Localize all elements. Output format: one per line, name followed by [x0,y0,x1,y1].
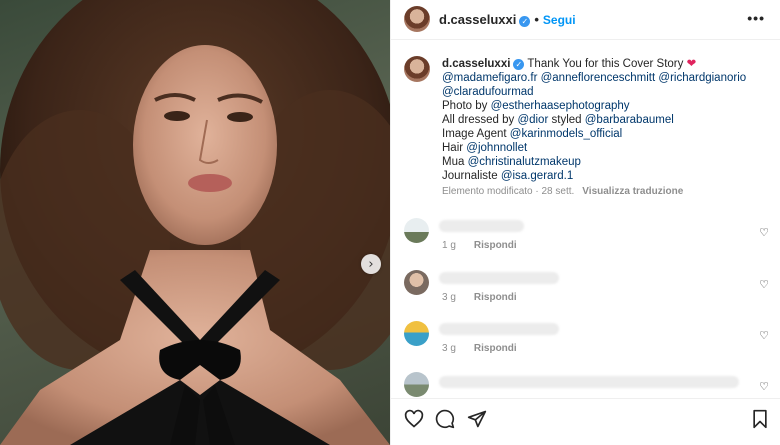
photo-credit-label: Photo by [442,100,488,112]
comment-meta: 3 g Rispondi [442,343,517,354]
avatar[interactable] [404,218,429,243]
portrait-image [0,0,390,445]
username-link[interactable]: d.casseluxxi [439,12,516,27]
blurred-comment [439,272,559,284]
caption-meta: Elemento modificato · 28 sett. Visualizza… [442,185,772,199]
comment-time: 1 g [442,240,456,251]
caption-intro: Thank You for this Cover Story [527,58,684,70]
post-actions-bar [391,398,780,445]
post-header: d.casseluxxi ✓ • Segui ••• [391,0,780,40]
hair-label: Hair [442,142,464,154]
mention-link[interactable]: @dior [517,114,548,126]
bookmark-icon[interactable] [751,409,769,429]
translate-link[interactable]: Visualizza traduzione [582,186,683,197]
edited-timestamp: Elemento modificato · 28 sett. [442,186,575,197]
follow-button[interactable]: Segui [543,13,576,27]
caption-username[interactable]: d.casseluxxi [442,58,510,70]
avatar[interactable] [404,56,430,82]
styled-label: styled [551,114,582,126]
verified-badge-icon: ✓ [513,59,525,70]
like-heart-icon[interactable] [404,409,424,429]
heart-emoji-icon: ❤ [686,58,697,70]
journalist-label: Journaliste [442,170,498,182]
mua-label: Mua [442,156,465,168]
post-author: d.casseluxxi ✓ • Segui [439,12,576,27]
dressed-label: All dressed by [442,114,515,126]
comment-meta: 3 g Rispondi [442,292,517,303]
mention-link[interactable]: @christinalutzmakeup [468,156,581,168]
like-heart-icon[interactable]: ♡ [759,226,769,239]
reply-button[interactable]: Rispondi [474,292,517,303]
mention-link[interactable]: @karinmodels_official [510,128,622,140]
blurred-comment [439,220,524,232]
mention-link[interactable]: @barbarabaumel [585,114,674,126]
comment-item: 1 g Rispondi ♡ [391,218,780,262]
caption-text: d.casseluxxi ✓ Thank You for this Cover S… [442,57,772,199]
blurred-comment [439,323,559,335]
like-heart-icon[interactable]: ♡ [759,278,769,291]
post-photo: › [0,0,390,445]
chevron-right-icon: › [368,256,374,272]
avatar[interactable] [404,372,429,397]
mention-link[interactable]: @claradufourmad [442,86,534,98]
avatar[interactable] [404,6,430,32]
comment-item: 3 g Rispondi ♡ [391,270,780,314]
mention-link[interactable]: @richardgianorio [658,72,746,84]
more-options-icon[interactable]: ••• [747,10,765,26]
comment-time: 3 g [442,343,456,354]
share-icon[interactable] [467,409,487,429]
comment-item: 3 g Rispondi ♡ [391,321,780,365]
agent-label: Image Agent [442,128,507,140]
comment-meta: 1 g Rispondi [442,240,517,251]
mention-link[interactable]: @isa.gerard.1 [501,170,573,182]
avatar[interactable] [404,321,429,346]
separator: • [534,12,539,27]
comment-time: 3 g [442,292,456,303]
comment-icon[interactable] [435,409,455,429]
like-heart-icon[interactable]: ♡ [759,329,769,342]
mention-link[interactable]: @anneflorenceschmitt [541,72,656,84]
like-heart-icon[interactable]: ♡ [759,380,769,393]
mention-link[interactable]: @johnnollet [466,142,527,154]
verified-badge-icon: ✓ [519,16,531,27]
carousel-next-button[interactable]: › [361,254,381,274]
mention-link[interactable]: @madamefigaro.fr [442,72,537,84]
post-detail-panel: d.casseluxxi ✓ • Segui ••• d.casseluxxi ✓ Th… [390,0,780,445]
reply-button[interactable]: Rispondi [474,240,517,251]
reply-button[interactable]: Rispondi [474,343,517,354]
avatar[interactable] [404,270,429,295]
mention-link[interactable]: @estherhaasephotography [491,100,630,112]
blurred-comment [439,376,739,388]
